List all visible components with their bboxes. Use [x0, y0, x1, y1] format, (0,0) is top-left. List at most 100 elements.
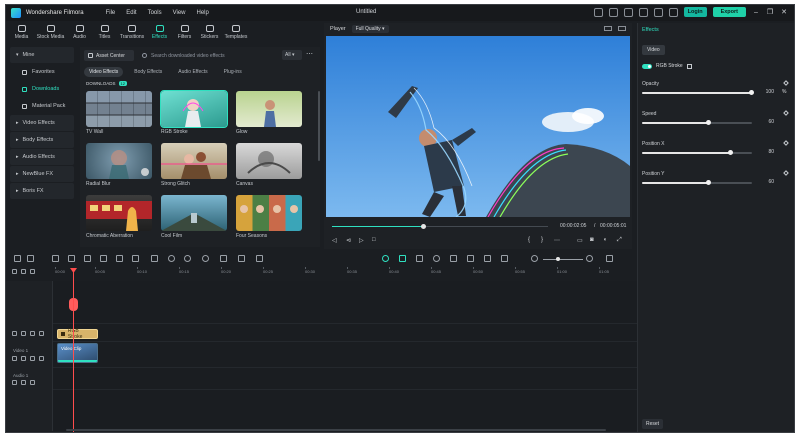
login-button[interactable]: Login [683, 7, 707, 17]
timer-icon[interactable] [202, 255, 209, 262]
previous-frame-icon[interactable]: ◁ [332, 237, 337, 244]
layout-switch-icon[interactable] [14, 255, 21, 262]
sidebar-item-favorites[interactable]: Favorites [10, 64, 74, 80]
effect-card-rgb-stroke[interactable]: RGB Stroke [160, 90, 228, 139]
menu-help[interactable]: Help [197, 10, 209, 16]
mute-icon[interactable] [39, 356, 44, 361]
effect-card-radial-blur[interactable]: Radial Blur [86, 143, 152, 191]
sidebar-item-body-effects[interactable]: ▸ Body Effects [10, 132, 74, 148]
folder-icon[interactable] [12, 331, 17, 336]
effect-card-chromatic-aberration[interactable]: Chromatic Aberration [86, 195, 152, 243]
display-icon[interactable]: ▭ [577, 237, 583, 244]
minimize-icon[interactable]: – [752, 9, 760, 16]
undo-icon[interactable] [52, 255, 59, 262]
mic-icon[interactable] [467, 255, 474, 262]
more-controls-icon[interactable]: ⋯ [554, 237, 560, 244]
menu-file[interactable]: File [106, 10, 116, 16]
effect-checkbox[interactable] [686, 63, 692, 69]
timeline-scrollbar[interactable] [66, 429, 606, 431]
maximize-icon[interactable]: ❐ [766, 8, 774, 16]
tab-effects[interactable]: Effects [147, 21, 172, 43]
keyframe-icon[interactable] [783, 140, 789, 146]
add-marker-icon[interactable] [433, 255, 440, 262]
effect-card-strong-glitch[interactable]: Strong Glitch [161, 143, 227, 191]
search-input[interactable]: Search downloaded video effects [138, 50, 278, 61]
mute-icon[interactable] [39, 331, 44, 336]
gift-icon[interactable] [593, 7, 603, 17]
mute-icon[interactable] [30, 380, 35, 385]
motion-track-icon[interactable] [238, 255, 245, 262]
tab-video-properties[interactable]: Video [642, 45, 665, 55]
browser-scrollbar[interactable] [318, 91, 320, 161]
eye-icon[interactable] [30, 356, 35, 361]
tab-media[interactable]: Media [9, 21, 34, 43]
speed-icon[interactable] [168, 255, 175, 262]
headset-icon[interactable] [623, 7, 633, 17]
crop-icon[interactable] [132, 255, 139, 262]
timeline-settings-icon[interactable] [606, 255, 613, 262]
layout-icon[interactable] [653, 7, 663, 17]
reset-button[interactable]: Reset [642, 419, 664, 429]
stop-icon[interactable]: □ [372, 237, 376, 243]
compare-view-icon[interactable] [604, 26, 612, 31]
subtab-body-effects[interactable]: Body Effects [129, 67, 167, 77]
notification-icon[interactable] [638, 7, 648, 17]
step-back-icon[interactable]: ⊲ [346, 237, 351, 244]
subtab-video-effects[interactable]: Video Effects [84, 67, 124, 77]
magnet-icon[interactable] [484, 255, 491, 262]
redo-icon[interactable] [68, 255, 75, 262]
folder-icon[interactable] [12, 380, 17, 385]
playback-progress[interactable]: 00:00:02:05 / 00:00:05:01 [324, 220, 632, 232]
menu-tools[interactable]: Tools [148, 10, 162, 16]
delete-icon[interactable] [84, 255, 91, 262]
menu-edit[interactable]: Edit [126, 10, 136, 16]
quality-dropdown[interactable]: Full Quality ▾ [351, 25, 389, 33]
fullscreen-icon[interactable]: ⤢ [617, 237, 622, 244]
tab-stickers[interactable]: Stickers [197, 21, 222, 43]
tab-stock-media[interactable]: Stock Media [34, 21, 67, 43]
slider-handle[interactable] [728, 150, 733, 155]
timeline-ruler[interactable]: 00:00 00:05 00:10 00:15 00:20 00:25 00:3… [6, 267, 637, 279]
video-clip[interactable]: Video Clip [57, 343, 98, 363]
export-button[interactable]: Export [712, 7, 746, 17]
select-tool-icon[interactable] [27, 255, 34, 262]
more-tools-icon[interactable] [256, 255, 263, 262]
keyframe-icon[interactable] [783, 110, 789, 116]
timeline-tracks[interactable] [53, 281, 637, 431]
lock-icon[interactable] [21, 331, 26, 336]
sidebar-item-boris-fx[interactable]: ▸ Boris FX [10, 183, 74, 199]
slider-handle[interactable] [706, 120, 711, 125]
tab-transitions[interactable]: Transitions [117, 21, 147, 43]
sidebar-item-video-effects[interactable]: ▸ Video Effects [10, 115, 74, 131]
play-icon[interactable]: ▷ [359, 237, 364, 244]
position-y-value[interactable]: 60 [758, 179, 776, 186]
color-icon[interactable] [151, 255, 158, 262]
upload-icon[interactable] [608, 7, 618, 17]
folder-icon[interactable] [12, 356, 17, 361]
tab-titles[interactable]: Titles [92, 21, 117, 43]
zoom-handle[interactable] [556, 257, 560, 261]
sidebar-item-mine[interactable]: ▾ Mine [10, 47, 74, 63]
zoom-slider[interactable] [543, 259, 583, 260]
slider-handle[interactable] [749, 90, 754, 95]
subtab-audio-effects[interactable]: Audio Effects [173, 67, 212, 77]
text-icon[interactable] [116, 255, 123, 262]
cloud-icon[interactable] [668, 7, 678, 17]
tab-templates[interactable]: Templates [222, 21, 250, 43]
progress-handle[interactable] [420, 224, 426, 229]
voiceover-icon[interactable] [450, 255, 457, 262]
sidebar-item-downloads[interactable]: Downloads [10, 81, 74, 97]
effect-clip-rgb-stroke[interactable]: RGB Stroke [57, 328, 98, 340]
position-x-value[interactable]: 80 [758, 149, 776, 156]
zoom-out-icon[interactable] [531, 255, 538, 262]
playhead-line[interactable] [73, 269, 74, 432]
ai-tools-icon[interactable] [184, 255, 191, 262]
effect-card-cool-film[interactable]: Cool Film [161, 195, 227, 243]
tab-effects-properties[interactable]: Effects [642, 27, 659, 33]
tab-audio[interactable]: Audio [67, 21, 92, 43]
video-preview[interactable] [326, 36, 630, 217]
menu-view[interactable]: View [173, 10, 186, 16]
sidebar-item-material-pack[interactable]: Material Pack [10, 98, 74, 114]
effect-card-tv-wall[interactable]: TV Wall [86, 91, 152, 139]
tab-filters[interactable]: Filters [172, 21, 197, 43]
